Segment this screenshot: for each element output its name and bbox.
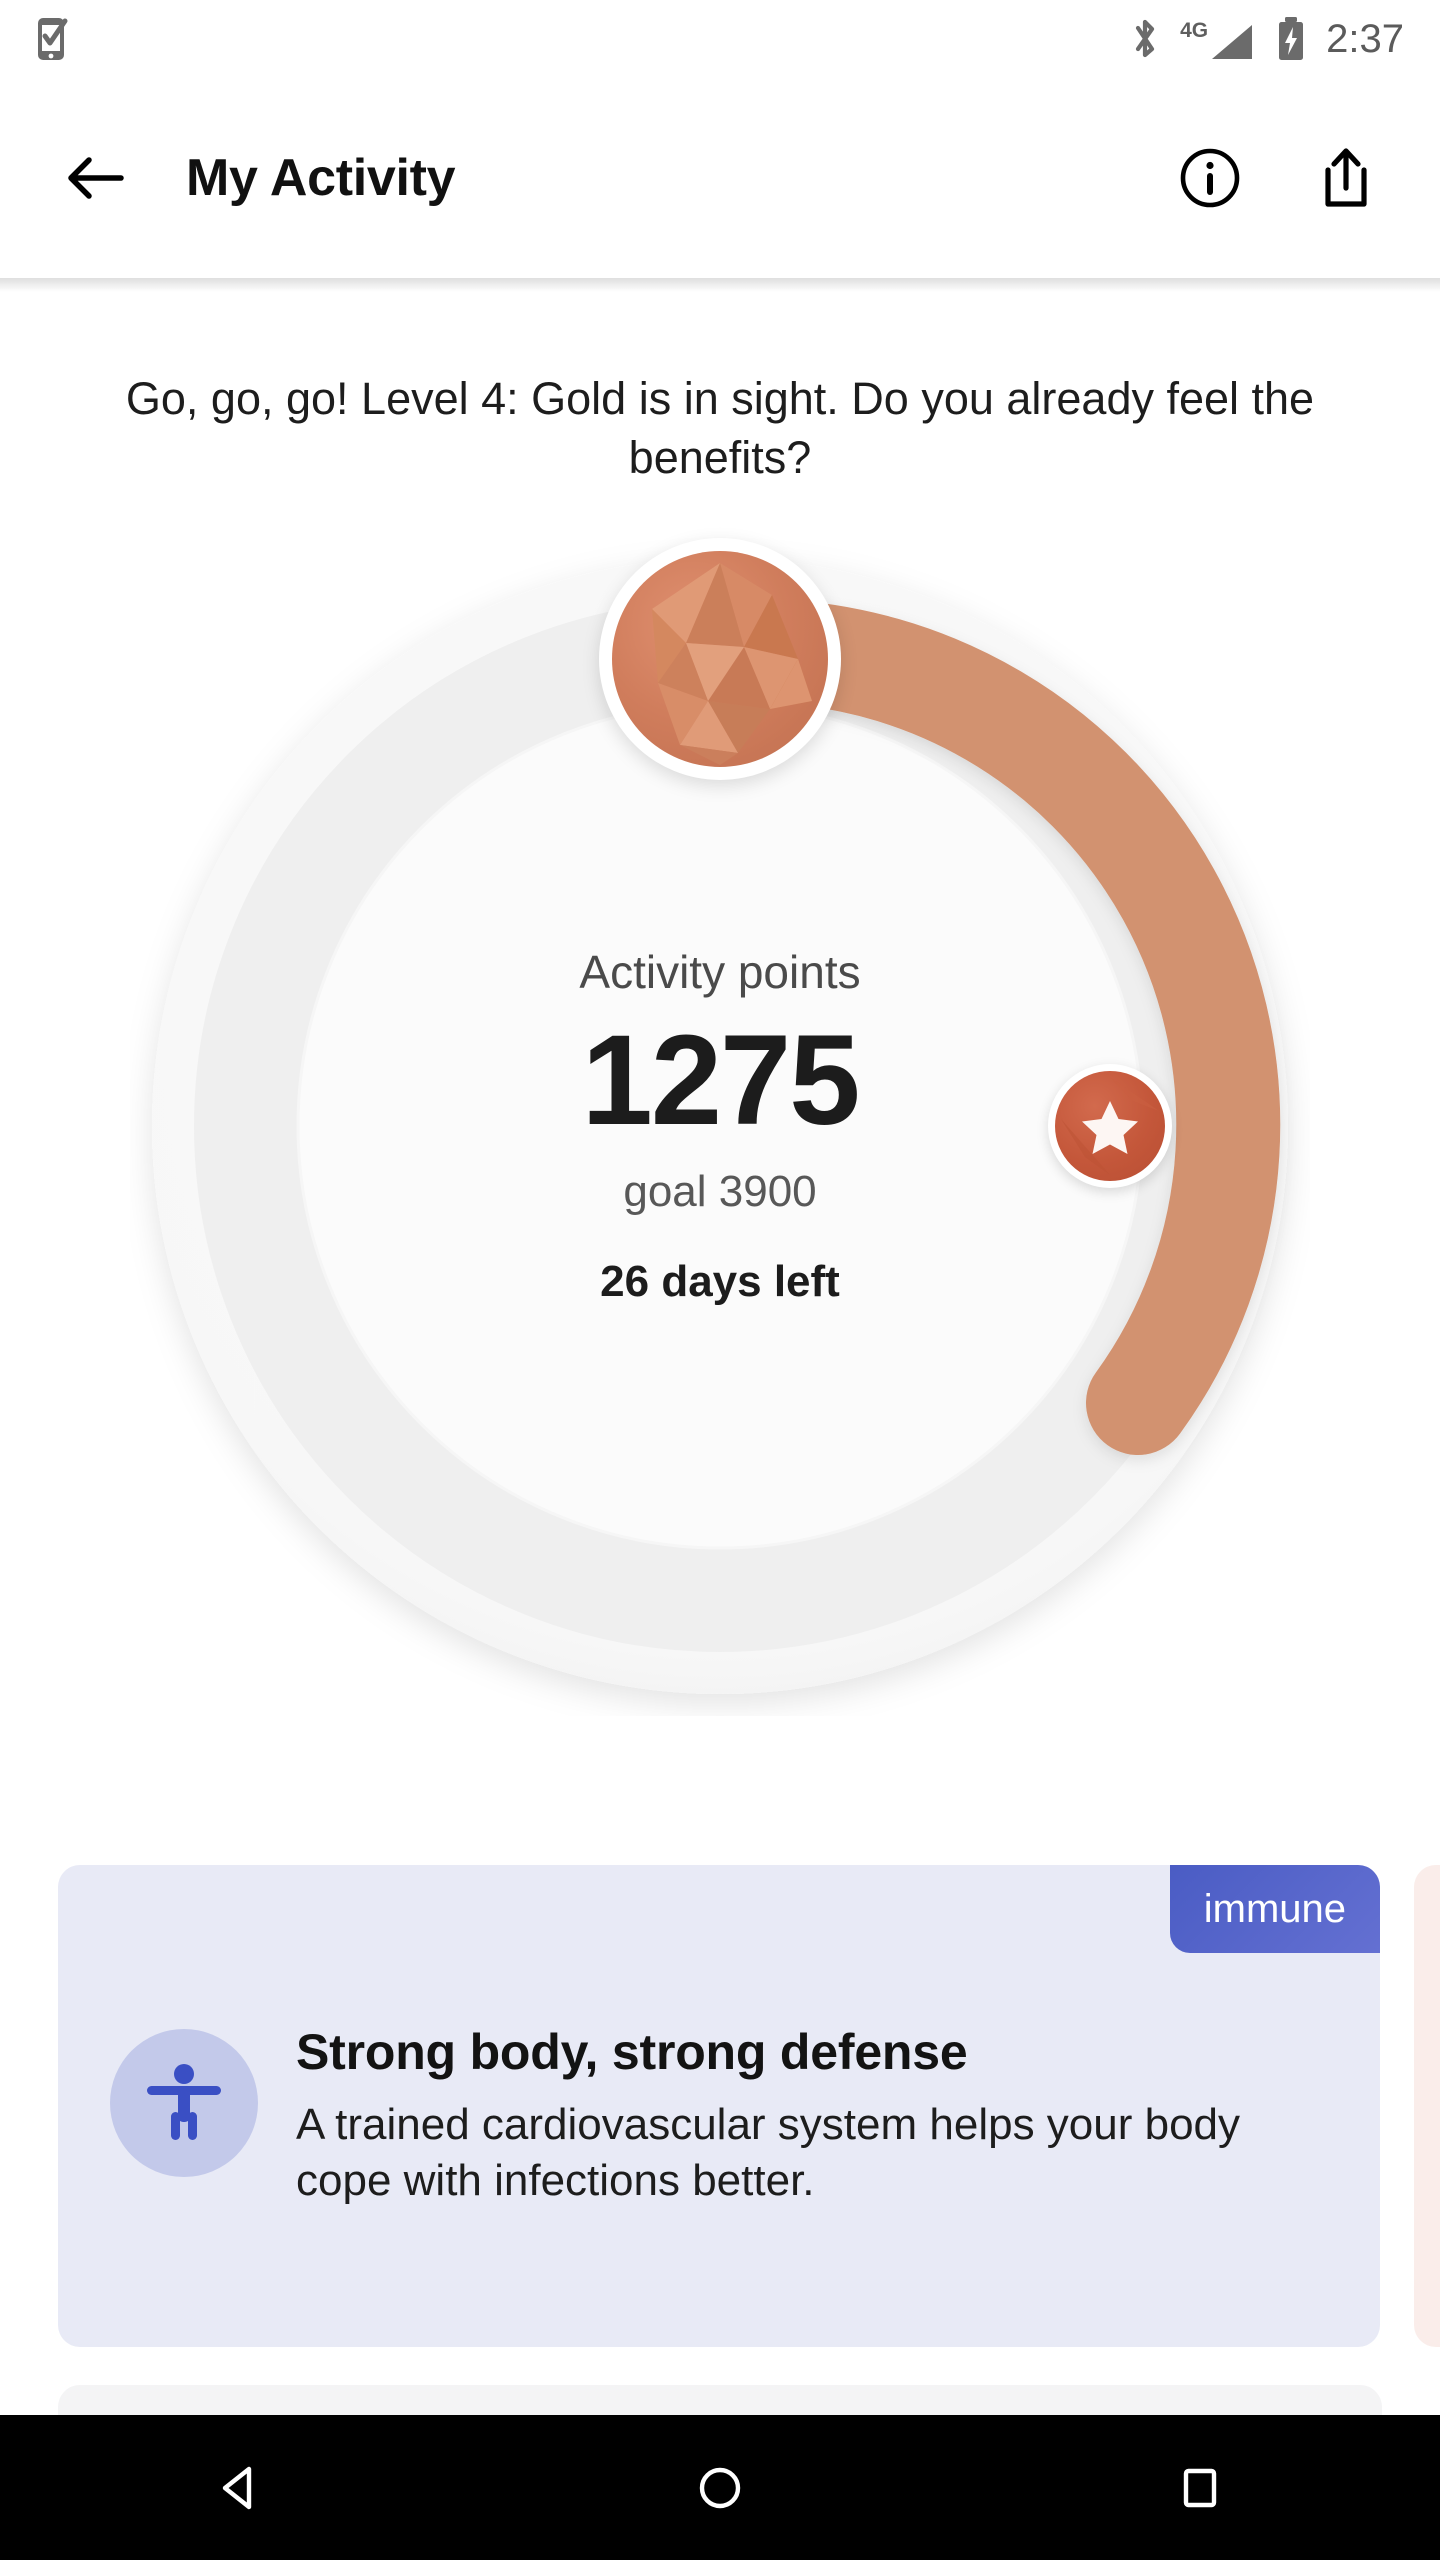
benefit-cards-carousel[interactable]: immune Strong body, strong defense A tra… [0, 1865, 1440, 2365]
activity-points-label: Activity points [579, 946, 861, 999]
phone-check-icon [36, 17, 70, 61]
gem-level-badge[interactable] [599, 537, 841, 780]
status-bar-left [36, 17, 70, 61]
phone-screen: 4G 2:37 My Activity Go, go, go! Level 4:… [0, 0, 1440, 2560]
benefit-card-next-peek[interactable] [1414, 1865, 1440, 2347]
info-button[interactable] [1164, 132, 1256, 224]
star-milestone-badge[interactable] [1048, 1063, 1172, 1188]
activity-points-value: 1275 [581, 1009, 861, 1153]
main-content: Go, go, go! Level 4: Gold is in sight. D… [0, 292, 1440, 2505]
share-icon [1325, 148, 1367, 207]
status-bar-clock: 2:37 [1326, 16, 1404, 61]
nav-recents-square-icon [1183, 2468, 1217, 2507]
gem-crystal-icon [612, 550, 828, 767]
benefit-card[interactable]: immune Strong body, strong defense A tra… [58, 1865, 1380, 2347]
app-bar: My Activity [0, 78, 1440, 292]
battery-charging-icon [1276, 16, 1306, 62]
activity-points-goal: goal 3900 [623, 1166, 817, 1216]
nav-back-triangle-icon [222, 2466, 252, 2509]
star-icon [1055, 1070, 1165, 1181]
app-bar-actions [1164, 132, 1392, 224]
share-button[interactable] [1300, 132, 1392, 224]
bluetooth-icon [1130, 17, 1160, 61]
page-title: My Activity [186, 149, 456, 207]
nav-home-circle-icon [699, 2467, 741, 2508]
status-badge: immune [1169, 1865, 1380, 1953]
nav-recents-button[interactable] [1110, 2415, 1290, 2560]
days-left-label: 26 days left [600, 1256, 840, 1306]
nav-home-button[interactable] [630, 2415, 810, 2560]
headline-text: Go, go, go! Level 4: Gold is in sight. D… [125, 373, 1315, 483]
benefit-card-text: Strong body, strong defense A trained ca… [296, 2023, 1380, 2210]
benefit-card-description: A trained cardiovascular system helps yo… [296, 2100, 1241, 2206]
status-bar-right: 4G 2:37 [1130, 15, 1404, 63]
nav-back-button[interactable] [150, 2415, 330, 2560]
activity-progress-ring[interactable]: Activity points 1275 goal 3900 26 days l… [130, 536, 1310, 1716]
android-nav-bar [0, 2415, 1440, 2560]
benefit-card-title: Strong body, strong defense [296, 2024, 968, 2080]
accessibility-person-icon [110, 2029, 258, 2177]
info-circle-icon [1180, 148, 1240, 208]
status-bar: 4G 2:37 [0, 0, 1440, 78]
back-arrow-icon [68, 157, 124, 199]
signal-bars-icon: 4G [1180, 15, 1256, 63]
back-button[interactable] [48, 130, 144, 226]
